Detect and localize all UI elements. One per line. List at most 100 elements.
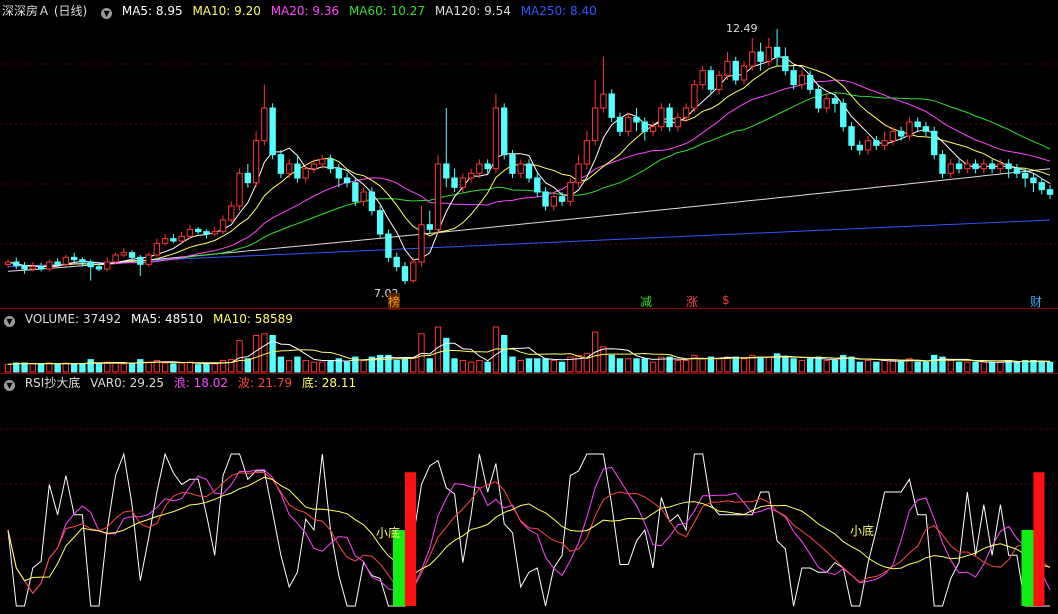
volume-chart[interactable] [0, 309, 1058, 373]
volume-bar [310, 361, 318, 373]
candle [608, 93, 615, 118]
candle [13, 261, 20, 267]
candle [467, 172, 475, 179]
candle [964, 163, 971, 170]
candle [4, 261, 12, 265]
volume-bar [831, 359, 839, 373]
candle [724, 60, 731, 76]
price-chart[interactable] [0, 0, 1058, 308]
candle [906, 121, 913, 137]
candle [988, 163, 996, 170]
candle [54, 261, 61, 265]
volume-bar [740, 358, 748, 373]
candle [376, 210, 384, 235]
candle [21, 265, 28, 270]
candle [170, 238, 177, 242]
candle [534, 177, 541, 193]
volume-bar [864, 359, 872, 373]
volume-bar [170, 363, 177, 373]
candle [848, 126, 855, 146]
volume-bar [54, 363, 61, 373]
candle [641, 121, 648, 132]
volume-bar [459, 359, 467, 373]
volume-bar [848, 356, 855, 373]
volume-bar [558, 361, 566, 373]
volume-bar [203, 363, 210, 373]
candle [153, 242, 161, 256]
candle [112, 254, 119, 263]
event-marker-dollar[interactable]: $ [722, 293, 730, 307]
candle [856, 144, 863, 151]
volume-bar [327, 359, 334, 373]
volume-bar [997, 361, 1004, 373]
volume-bar [120, 363, 127, 373]
volume-bar [881, 359, 888, 373]
high-price-label: 12.49 [726, 22, 758, 35]
volume-bar [70, 363, 78, 373]
candle [914, 121, 921, 128]
candle [575, 163, 582, 184]
volume-bar [625, 358, 632, 373]
volume-bar [484, 361, 491, 373]
indicator-panel: ▼ RSI抄大底 VAR0: 29.25 浪: 18.02 波: 21.79 底… [0, 374, 1058, 614]
volume-bar [699, 358, 706, 373]
candle [46, 261, 53, 270]
candle [666, 107, 673, 128]
candle [881, 140, 888, 146]
candle [939, 154, 946, 174]
volume-bar [988, 361, 996, 373]
indicator-chart[interactable] [0, 374, 1058, 614]
volume-bar [600, 346, 607, 373]
candle [451, 177, 458, 188]
volume-bar [1046, 361, 1054, 373]
ma120-line [7, 168, 1051, 272]
signal-bar-green [1021, 530, 1034, 606]
volume-bar [641, 358, 648, 373]
candle [947, 163, 954, 174]
volume-bar [501, 335, 508, 373]
volume-bar [856, 361, 863, 373]
volume-bar [765, 356, 773, 373]
candle [525, 163, 533, 179]
candle [236, 172, 243, 207]
volume-bar [410, 357, 417, 373]
candle [410, 261, 417, 282]
candle [203, 231, 210, 235]
candle [749, 51, 756, 67]
candle [773, 46, 781, 58]
candle [997, 163, 1004, 170]
volume-bar [87, 359, 94, 373]
candle [368, 191, 376, 212]
candle [682, 107, 690, 118]
volume-bar [931, 354, 938, 373]
candle [864, 140, 872, 151]
candle [558, 196, 566, 202]
volume-bar [542, 358, 549, 373]
volume-bar [947, 359, 954, 373]
volume-bar [897, 361, 905, 373]
candle [1030, 177, 1037, 184]
candle [625, 116, 632, 132]
candle [897, 130, 905, 137]
candle [1046, 189, 1054, 195]
candle [922, 126, 930, 132]
volume-bar [782, 356, 789, 373]
volume-bar [790, 358, 797, 373]
candle [1022, 172, 1029, 179]
candle [261, 107, 268, 142]
volume-bar [277, 356, 285, 373]
candle [269, 107, 276, 156]
candle [492, 107, 500, 170]
volume-bar [517, 359, 524, 373]
volume-bar [964, 361, 971, 373]
candle [393, 256, 400, 268]
volume-bar [319, 361, 326, 373]
volume-bar [633, 358, 640, 373]
candle [591, 107, 599, 142]
volume-bar [757, 356, 764, 373]
volume-bar [674, 359, 682, 373]
candle [302, 168, 309, 179]
volume-bar [434, 326, 442, 373]
candle [252, 140, 260, 184]
volume-bar [236, 340, 243, 373]
